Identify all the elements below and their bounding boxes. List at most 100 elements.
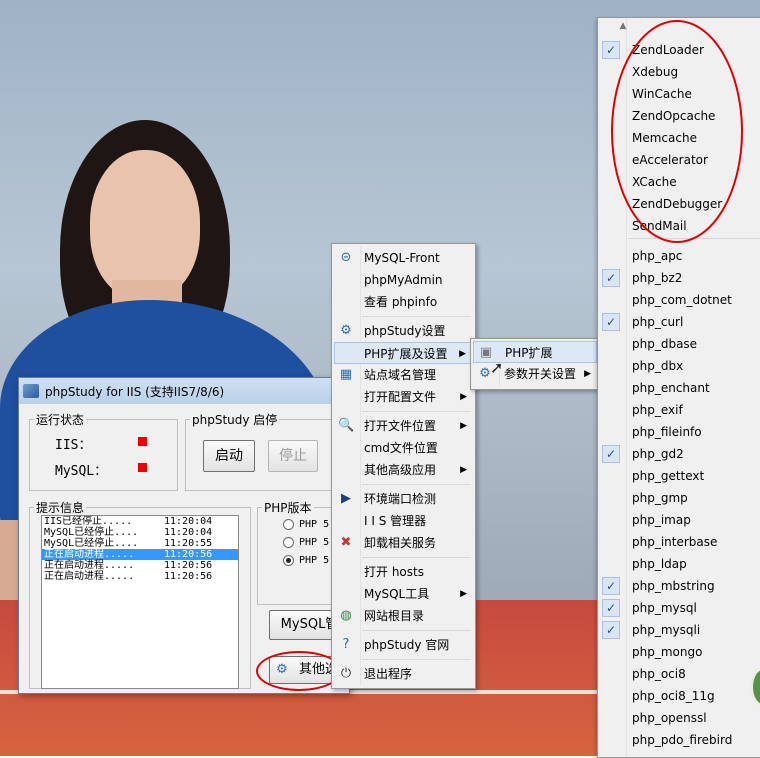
extension-item[interactable]: php_pdo_firebird <box>598 729 760 751</box>
context-menu: ⊝ MySQL-Front phpMyAdmin 查看 phpinfo ⚙ phpS… <box>331 243 476 689</box>
start-button[interactable]: 启动 <box>203 440 255 472</box>
menu-item-site-domains[interactable]: ▦ 站点域名管理 <box>334 364 473 386</box>
mysql-status-led <box>138 463 147 472</box>
php-version-radio-2[interactable]: PHP 5. <box>283 537 335 548</box>
menu-item-advanced[interactable]: 其他高级应用 ▶ <box>334 459 473 481</box>
menu-item-website[interactable]: ? phpStudy 官网 <box>334 634 473 656</box>
log-list[interactable]: IIS已经停止..... 11:20:04 MySQL已经停止.... 11:20:… <box>41 515 239 689</box>
status-group: 运行状态 <box>29 411 178 491</box>
extension-item[interactable]: php_fileinfo <box>598 421 760 443</box>
log-row[interactable]: MySQL已经停止.... 11:20:55 <box>42 538 238 549</box>
menu-item-uninstall-services[interactable]: ✖ 卸载相关服务 <box>334 532 473 554</box>
submenu-arrow-icon: ▶ <box>460 421 467 431</box>
extension-item[interactable]: ✓ php_mysqli <box>598 619 760 641</box>
extension-item[interactable]: php_enchant <box>598 377 760 399</box>
extension-item[interactable]: ✓ php_gd2 <box>598 443 760 465</box>
menu-item-mysql-tools[interactable]: MySQL工具 ▶ <box>334 583 473 605</box>
window-titlebar[interactable]: phpStudy for IIS (支持IIS7/8/6) <box>19 378 349 404</box>
menu-label: cmd文件位置 <box>364 441 438 455</box>
photo-face <box>90 150 200 300</box>
menu-item-settings[interactable]: ⚙ phpStudy设置 <box>334 320 473 342</box>
submenu-arrow-icon: ▶ <box>459 349 466 359</box>
menu-item-iis-manager[interactable]: I I S 管理器 <box>334 510 473 532</box>
menu-separator <box>362 557 471 558</box>
extension-item[interactable]: php_exif <box>598 399 760 421</box>
menu-item-web-root[interactable]: ◍ 网站根目录 <box>334 605 473 627</box>
menu-item-phpmyadmin[interactable]: phpMyAdmin <box>334 269 473 291</box>
checkmark-icon: ✓ <box>602 621 620 639</box>
menu-label: 卸载相关服务 <box>364 536 437 550</box>
annotation-oval-list <box>611 20 743 243</box>
menu-item-port-check[interactable]: ▶ 环境端口检测 <box>334 488 473 510</box>
extension-item[interactable]: php_com_dotnet <box>598 289 760 311</box>
menu-separator <box>362 630 471 631</box>
submenu-arrow-icon: ▶ <box>460 589 467 599</box>
help-icon: ? <box>342 637 350 652</box>
stop-button[interactable]: 停止 <box>268 440 318 472</box>
menu-item-mysql-front[interactable]: ⊝ MySQL-Front <box>334 247 473 269</box>
php-version-radio-1[interactable]: PHP 5. <box>283 519 335 530</box>
extension-label: php_exif <box>632 403 683 417</box>
menu-label: 打开 hosts <box>364 565 424 579</box>
extension-item[interactable]: php_gmp <box>598 487 760 509</box>
php-version-radio-3[interactable]: PHP 5. <box>283 555 335 566</box>
extension-item[interactable]: php_mongo <box>598 641 760 663</box>
menu-item-exit[interactable]: ⏻ 退出程序 <box>334 663 473 685</box>
radio-label: PHP 5. <box>299 537 336 548</box>
extension-label: php_mysqli <box>632 623 701 637</box>
menu-label: 打开配置文件 <box>364 390 437 404</box>
extension-item[interactable]: ✓ php_mbstring <box>598 575 760 597</box>
menu-item-php-extensions[interactable]: PHP扩展及设置 ▶ <box>334 342 473 364</box>
checkmark-icon: ✓ <box>602 313 620 331</box>
log-row[interactable]: MySQL已经停止.... 11:20:04 <box>42 527 238 538</box>
extension-label: php_bz2 <box>632 271 683 285</box>
extension-item[interactable]: ✓ php_mysql <box>598 597 760 619</box>
extension-label: php_enchant <box>632 381 710 395</box>
log-row[interactable]: 正在启动进程..... 11:20:56 <box>42 560 238 571</box>
checkmark-icon: ✓ <box>602 269 620 287</box>
extension-item[interactable]: php_dbase <box>598 333 760 355</box>
extension-item[interactable]: php_imap <box>598 509 760 531</box>
extension-item[interactable]: php_dbx <box>598 355 760 377</box>
gear-icon: ⚙ <box>340 323 352 338</box>
extension-item[interactable]: ✓ php_curl <box>598 311 760 333</box>
menu-item-config-files[interactable]: 打开配置文件 ▶ <box>334 386 473 408</box>
log-time: 11:20:04 <box>164 516 213 527</box>
menu-item-open-hosts[interactable]: 打开 hosts <box>334 561 473 583</box>
extension-label: php_curl <box>632 315 684 329</box>
menu-item-cmd-location[interactable]: cmd文件位置 <box>334 437 473 459</box>
extension-item[interactable]: php_apc <box>598 245 760 267</box>
extension-label: php_openssl <box>632 711 707 725</box>
extension-label: php_ldap <box>632 557 687 571</box>
extension-item[interactable]: php_openssl <box>598 707 760 729</box>
extension-label: php_fileinfo <box>632 425 702 439</box>
menu-label: phpMyAdmin <box>364 273 443 287</box>
log-message: 正在启动进程..... <box>44 571 135 582</box>
radio-label: PHP 5. <box>299 519 336 530</box>
menu-label: 网站根目录 <box>364 609 425 623</box>
checkmark-icon: ✓ <box>602 577 620 595</box>
menu-item-open-file-location[interactable]: 🔍 打开文件位置 ▶ <box>334 415 473 437</box>
menu-item-phpinfo[interactable]: 查看 phpinfo <box>334 291 473 313</box>
menu-label: I I S 管理器 <box>364 514 427 528</box>
log-row-selected[interactable]: 正在启动进程..... 11:20:56 <box>42 549 238 560</box>
extension-item[interactable]: php_gettext <box>598 465 760 487</box>
menu-label: 打开文件位置 <box>364 419 437 433</box>
extension-label: php_oci8_11g <box>632 689 715 703</box>
menu-label: 其他高级应用 <box>364 463 437 477</box>
extension-label: php_imap <box>632 513 691 527</box>
log-row[interactable]: 正在启动进程..... 11:20:56 <box>42 571 238 582</box>
radio-label: PHP 5. <box>299 555 336 566</box>
extension-item[interactable]: php_interbase <box>598 531 760 553</box>
scroll-up-icon[interactable]: ▲ <box>598 21 648 31</box>
log-message: 正在启动进程..... <box>44 560 135 571</box>
extension-item[interactable]: ✓ php_bz2 <box>598 267 760 289</box>
extension-label: php_interbase <box>632 535 718 549</box>
extension-item[interactable]: php_oci8_11g <box>598 685 760 707</box>
exit-icon: ⏻ <box>340 666 352 681</box>
menu-label: MySQL-Front <box>364 251 440 265</box>
extension-item[interactable]: php_oci8 <box>598 663 760 685</box>
extension-item[interactable]: php_ldap <box>598 553 760 575</box>
log-row[interactable]: IIS已经停止..... 11:20:04 <box>42 516 238 527</box>
annotation-oval-button <box>256 651 342 691</box>
